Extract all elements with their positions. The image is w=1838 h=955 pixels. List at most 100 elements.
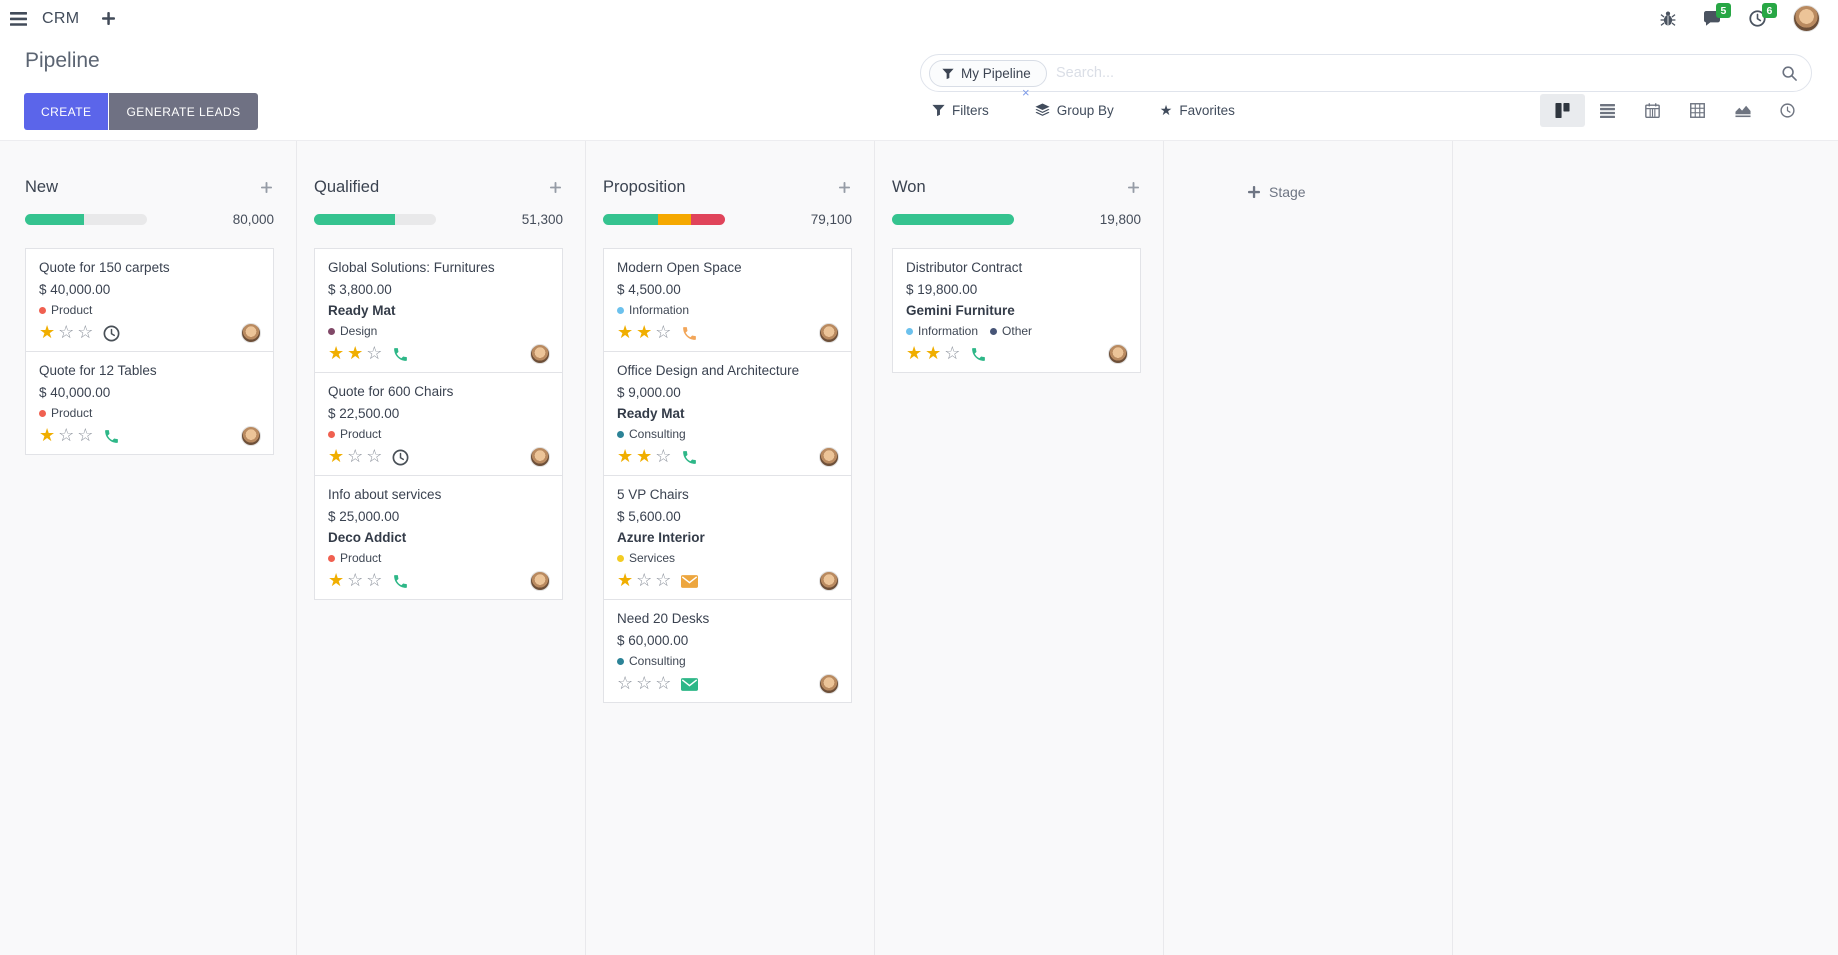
star-icon[interactable]: ☆ xyxy=(77,425,93,445)
search-bar[interactable]: My Pipeline Search... xyxy=(920,54,1812,92)
star-icon[interactable]: ☆ xyxy=(655,570,671,590)
mail-activity-icon[interactable] xyxy=(681,575,698,588)
star-icon[interactable]: ☆ xyxy=(655,673,671,693)
kanban-card[interactable]: Need 20 Desks$ 60,000.00Consulting☆☆☆ xyxy=(603,599,852,703)
star-icon[interactable]: ★ xyxy=(39,322,55,342)
add-stage-button[interactable]: Stage xyxy=(1248,184,1306,200)
clock-activity-icon[interactable] xyxy=(103,325,120,342)
tag-label: Consulting xyxy=(629,654,686,668)
tab-list-view[interactable] xyxy=(1585,94,1630,127)
star-icon[interactable]: ☆ xyxy=(617,673,633,693)
star-icon[interactable]: ★ xyxy=(636,322,652,342)
star-icon[interactable]: ☆ xyxy=(366,570,382,590)
user-avatar[interactable] xyxy=(1793,5,1820,32)
list-icon xyxy=(1600,104,1615,118)
activities-menu[interactable]: 6 xyxy=(1749,10,1766,27)
progress-segment-success[interactable] xyxy=(25,214,84,225)
create-button[interactable]: CREATE xyxy=(24,93,108,130)
kanban-card[interactable]: Info about services$ 25,000.00Deco Addic… xyxy=(314,475,563,600)
tab-pivot-view[interactable] xyxy=(1675,94,1720,127)
favorites-menu[interactable]: ★ Favorites xyxy=(1160,103,1235,118)
group-by-menu[interactable]: Group By xyxy=(1035,103,1114,118)
star-icon[interactable]: ☆ xyxy=(347,446,363,466)
add-record-icon[interactable] xyxy=(259,180,274,195)
progress-segment-warning[interactable] xyxy=(658,214,691,225)
card-title: Need 20 Desks xyxy=(617,611,839,626)
mail-activity-icon[interactable] xyxy=(681,678,698,691)
star-icon[interactable]: ★ xyxy=(906,343,922,363)
bug-icon[interactable] xyxy=(1660,10,1676,27)
search-facet-my-pipeline[interactable]: My Pipeline xyxy=(929,60,1047,87)
column-progressbar[interactable] xyxy=(603,214,725,225)
kanban-card[interactable]: 5 VP Chairs$ 5,600.00Azure InteriorServi… xyxy=(603,475,852,600)
star-icon[interactable]: ★ xyxy=(617,322,633,342)
star-icon[interactable]: ☆ xyxy=(636,570,652,590)
magnifier-icon[interactable] xyxy=(1781,65,1798,82)
star-icon[interactable]: ★ xyxy=(617,446,633,466)
add-app-icon[interactable] xyxy=(102,12,115,25)
phone-activity-icon[interactable] xyxy=(392,346,409,363)
messages-menu[interactable]: 5 xyxy=(1703,10,1722,27)
add-record-icon[interactable] xyxy=(1126,180,1141,195)
kanban-card[interactable]: Distributor Contract$ 19,800.00Gemini Fu… xyxy=(892,248,1141,373)
card-title: Office Design and Architecture xyxy=(617,363,839,378)
kanban-card[interactable]: Quote for 600 Chairs$ 22,500.00Product★☆… xyxy=(314,372,563,476)
star-icon[interactable]: ★ xyxy=(636,446,652,466)
progress-segment-success[interactable] xyxy=(603,214,658,225)
card-amount: $ 19,800.00 xyxy=(906,282,1128,297)
tab-calendar-view[interactable] xyxy=(1630,94,1675,127)
kanban-card[interactable]: Office Design and Architecture$ 9,000.00… xyxy=(603,351,852,476)
kanban-card[interactable]: Global Solutions: Furnitures$ 3,800.00Re… xyxy=(314,248,563,373)
column-header: New xyxy=(25,178,274,197)
star-icon[interactable]: ☆ xyxy=(58,425,74,445)
star-icon[interactable]: ★ xyxy=(925,343,941,363)
tab-kanban-view[interactable] xyxy=(1540,94,1585,127)
clock-activity-icon[interactable] xyxy=(392,449,409,466)
card-title: 5 VP Chairs xyxy=(617,487,839,502)
generate-leads-button[interactable]: GENERATE LEADS xyxy=(109,93,257,130)
phone-activity-icon[interactable] xyxy=(970,346,987,363)
star-icon[interactable]: ★ xyxy=(328,446,344,466)
tab-activity-view[interactable] xyxy=(1765,94,1810,127)
phone-activity-icon[interactable] xyxy=(681,449,698,466)
column-cards: Modern Open Space$ 4,500.00Information★★… xyxy=(603,248,852,703)
tab-graph-view[interactable] xyxy=(1720,94,1765,127)
add-record-icon[interactable] xyxy=(548,180,563,195)
salesperson-avatar xyxy=(530,344,550,364)
hamburger-menu-icon[interactable] xyxy=(10,12,27,26)
column-progressbar[interactable] xyxy=(314,214,436,225)
phone-activity-icon[interactable] xyxy=(103,428,120,445)
star-icon[interactable]: ☆ xyxy=(366,446,382,466)
star-icon[interactable]: ☆ xyxy=(77,322,93,342)
star-icon[interactable]: ☆ xyxy=(58,322,74,342)
progress-segment-success[interactable] xyxy=(892,214,1014,225)
star-icon[interactable]: ★ xyxy=(39,425,55,445)
kanban-card[interactable]: Quote for 12 Tables$ 40,000.00Product★☆☆ xyxy=(25,351,274,455)
star-icon[interactable]: ☆ xyxy=(944,343,960,363)
tag-dot xyxy=(39,410,46,417)
add-record-icon[interactable] xyxy=(837,180,852,195)
card-footer: ★☆☆ xyxy=(328,444,550,470)
star-icon[interactable]: ☆ xyxy=(655,322,671,342)
phone-activity-icon[interactable] xyxy=(392,573,409,590)
app-name[interactable]: CRM xyxy=(42,10,79,28)
kanban-card[interactable]: Modern Open Space$ 4,500.00Information★★… xyxy=(603,248,852,352)
progress-segment-danger[interactable] xyxy=(691,214,725,225)
star-icon[interactable]: ★ xyxy=(617,570,633,590)
star-icon[interactable]: ★ xyxy=(328,570,344,590)
star-icon[interactable]: ★ xyxy=(347,343,363,363)
search-input[interactable]: Search... xyxy=(1056,55,1114,91)
column-progressbar[interactable] xyxy=(892,214,1014,225)
progress-segment-success[interactable] xyxy=(314,214,395,225)
star-icon[interactable]: ☆ xyxy=(366,343,382,363)
column-progressbar[interactable] xyxy=(25,214,147,225)
star-icon[interactable]: ☆ xyxy=(636,673,652,693)
phone-activity-icon[interactable] xyxy=(681,325,698,342)
activities-badge: 6 xyxy=(1762,3,1777,18)
star-icon[interactable]: ★ xyxy=(328,343,344,363)
filters-menu[interactable]: Filters xyxy=(932,103,989,118)
kanban-card[interactable]: Quote for 150 carpets$ 40,000.00Product★… xyxy=(25,248,274,352)
star-icon[interactable]: ☆ xyxy=(347,570,363,590)
star-icon[interactable]: ☆ xyxy=(655,446,671,466)
column-total: 51,300 xyxy=(522,212,563,227)
